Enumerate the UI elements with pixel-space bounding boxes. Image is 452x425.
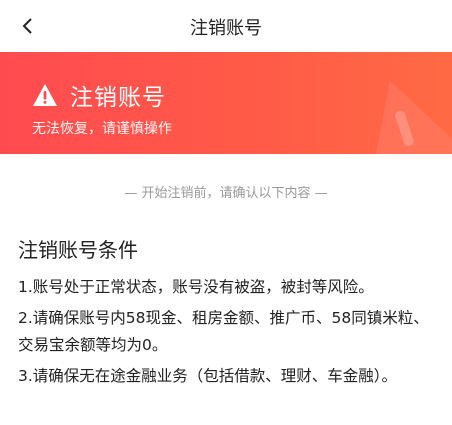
warning-banner: 注销账号 无法恢复，请谨慎操作 xyxy=(0,52,452,154)
condition-item: 1.账号处于正常状态，账号没有被盗，被封等风险。 xyxy=(18,278,374,296)
condition-item: 2.请确保账号内58现金、租房金额、推广币、58同镇米粒、交易宝余额等均为0。 xyxy=(18,309,429,354)
banner-subtitle: 无法恢复，请谨慎操作 xyxy=(32,121,172,137)
confirm-notice: — 开始注销前，请确认以下内容 — xyxy=(124,186,328,201)
conditions-list: 1.账号处于正常状态，账号没有被盗，被封等风险。 2.请确保账号内58现金、租房… xyxy=(18,274,438,394)
banner-title: 注销账号 xyxy=(70,85,166,111)
condition-item: 3.请确保无在途金融业务（包括借款、理财、车金融）。 xyxy=(18,367,398,385)
page-title: 注销账号 xyxy=(190,18,262,39)
nav-bar: 注销账号 xyxy=(0,0,452,52)
warning-triangle-icon xyxy=(33,84,57,106)
section-title: 注销账号条件 xyxy=(18,238,138,262)
warning-watermark-icon xyxy=(368,80,452,154)
